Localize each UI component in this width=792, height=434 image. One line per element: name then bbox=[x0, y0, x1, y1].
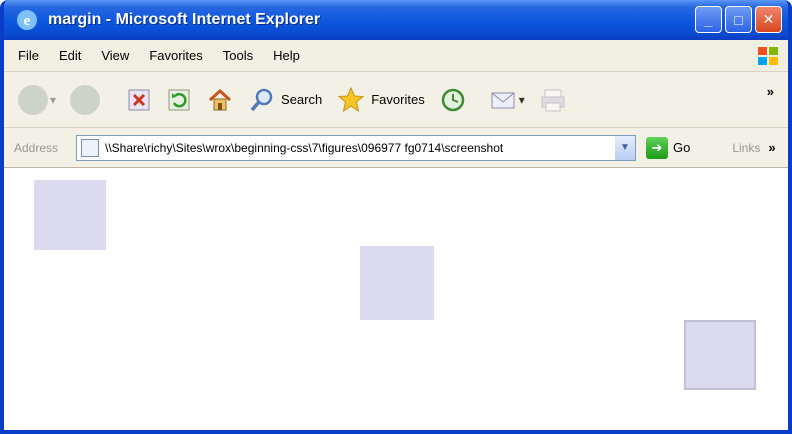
toolbar-overflow-icon[interactable]: » bbox=[767, 84, 774, 99]
address-url[interactable]: \\Share\richy\Sites\wrox\beginning-css\7… bbox=[105, 141, 605, 155]
history-button[interactable] bbox=[439, 86, 467, 114]
back-arrow-icon bbox=[18, 84, 48, 115]
menu-favorites[interactable]: Favorites bbox=[149, 48, 202, 63]
mail-dropdown-icon[interactable]: ▾ bbox=[519, 93, 525, 107]
ie-icon: e bbox=[14, 7, 40, 33]
mail-button[interactable]: ▾ bbox=[489, 87, 525, 113]
page-icon bbox=[81, 138, 99, 157]
address-bar: Address \\Share\richy\Sites\wrox\beginni… bbox=[4, 128, 788, 168]
home-button[interactable] bbox=[206, 86, 234, 114]
print-icon bbox=[541, 89, 565, 111]
menu-tools[interactable]: Tools bbox=[223, 48, 253, 63]
history-icon bbox=[441, 88, 464, 111]
margin-box-center bbox=[360, 246, 434, 320]
standard-toolbar: ▾ Search Favorites ▾ » bbox=[4, 72, 788, 128]
favorites-star-icon bbox=[337, 86, 365, 112]
window-title: margin - Microsoft Internet Explorer bbox=[48, 11, 321, 28]
forward-arrow-icon bbox=[70, 84, 101, 115]
page-content bbox=[4, 168, 788, 430]
menu-file[interactable]: File bbox=[18, 48, 39, 63]
margin-box-top-left bbox=[34, 180, 106, 250]
print-button[interactable] bbox=[539, 86, 567, 114]
search-label: Search bbox=[281, 92, 323, 107]
address-label: Address bbox=[14, 140, 59, 155]
go-arrow-icon: ➔ bbox=[646, 136, 668, 159]
home-icon bbox=[209, 88, 232, 110]
menu-bar: File Edit View Favorites Tools Help bbox=[4, 40, 788, 72]
back-button[interactable]: ▾ bbox=[18, 84, 56, 115]
title-bar[interactable]: e margin - Microsoft Internet Explorer _… bbox=[4, 0, 788, 40]
caption-buttons: _ □ ✕ bbox=[695, 6, 782, 33]
minimize-button[interactable]: _ bbox=[695, 6, 722, 33]
address-dropdown-icon[interactable]: ▼ bbox=[615, 135, 635, 160]
back-dropdown-icon[interactable]: ▾ bbox=[50, 93, 56, 107]
links-label[interactable]: Links bbox=[732, 141, 760, 155]
refresh-icon bbox=[168, 89, 190, 110]
search-icon bbox=[250, 88, 273, 111]
browser-window: e margin - Microsoft Internet Explorer _… bbox=[0, 0, 792, 434]
margin-box-bottom-right bbox=[684, 320, 756, 390]
maximize-button[interactable]: □ bbox=[725, 6, 752, 33]
mail-icon bbox=[491, 92, 515, 108]
favorites-button[interactable]: Favorites bbox=[336, 85, 425, 115]
go-button[interactable]: ➔ Go bbox=[646, 136, 691, 159]
svg-text:e: e bbox=[24, 13, 31, 29]
favorites-label: Favorites bbox=[371, 92, 425, 107]
menu-help[interactable]: Help bbox=[273, 48, 300, 63]
refresh-button[interactable] bbox=[166, 87, 192, 113]
stop-button[interactable] bbox=[126, 87, 152, 113]
close-button[interactable]: ✕ bbox=[755, 6, 782, 33]
stop-icon bbox=[128, 89, 150, 110]
go-label: Go bbox=[673, 140, 691, 155]
windows-flag-icon bbox=[756, 44, 780, 68]
menu-edit[interactable]: Edit bbox=[59, 48, 81, 63]
menu-view[interactable]: View bbox=[101, 48, 129, 63]
forward-button[interactable] bbox=[70, 84, 101, 115]
links-overflow-icon[interactable]: » bbox=[768, 140, 775, 155]
search-button[interactable]: Search bbox=[248, 86, 322, 114]
address-field[interactable]: \\Share\richy\Sites\wrox\beginning-css\7… bbox=[76, 134, 636, 161]
